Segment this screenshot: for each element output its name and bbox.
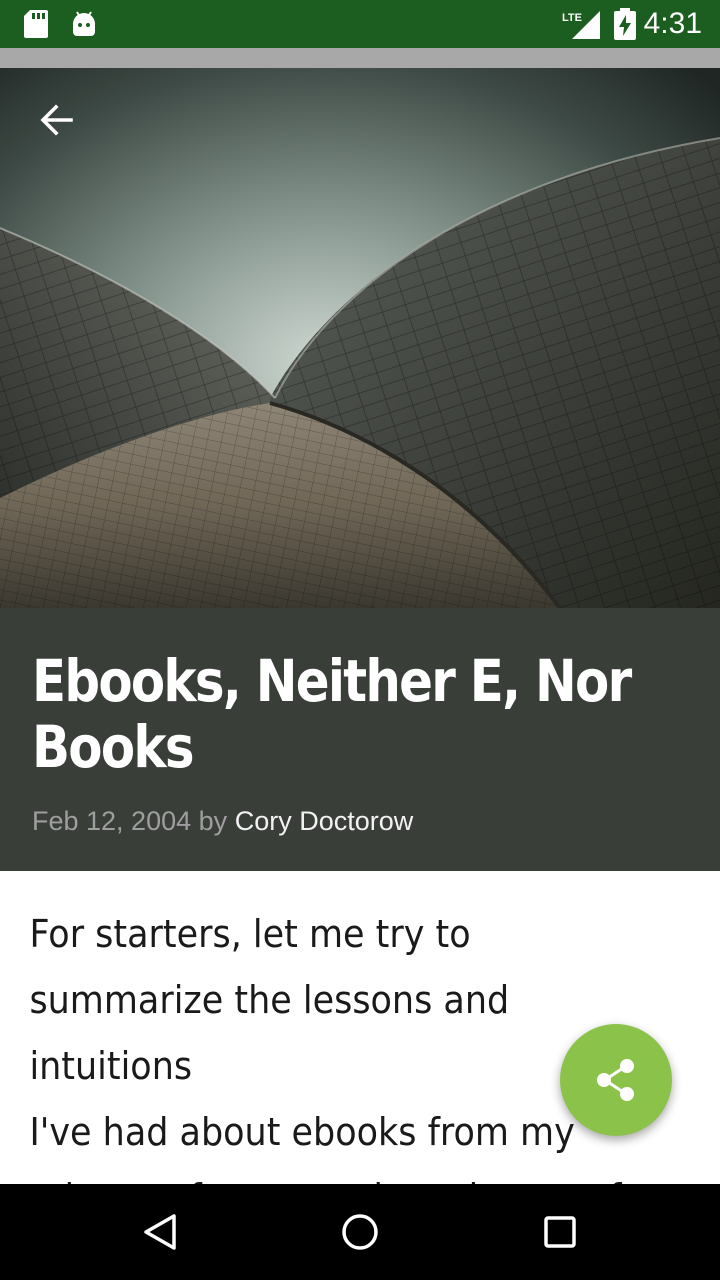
battery-charging-icon (614, 8, 636, 40)
status-clock: 4:31 (643, 7, 702, 40)
lte-signal-icon: LTE (562, 11, 600, 39)
nav-back-icon[interactable] (136, 1208, 184, 1256)
navigation-bar (0, 1184, 720, 1280)
share-icon (597, 1059, 634, 1101)
article-header: Ebooks, Neither E, Nor Books Feb 12, 200… (0, 608, 720, 871)
article-byline: Feb 12, 2004 by Cory Doctorow (32, 804, 413, 838)
toolbar-strip (0, 48, 720, 68)
article-date: Feb 12, 2004 (32, 806, 192, 836)
back-button[interactable] (20, 84, 92, 156)
article-author[interactable]: Cory Doctorow (235, 806, 414, 836)
byline-by: by (198, 806, 228, 836)
share-button[interactable] (560, 1024, 672, 1136)
sd-card-icon (24, 10, 48, 38)
hero-image (0, 68, 720, 608)
svg-text:LTE: LTE (562, 12, 582, 24)
android-icon (73, 11, 95, 36)
article-title: Ebooks, Neither E, Nor Books (32, 647, 632, 781)
nav-home-icon[interactable] (336, 1208, 384, 1256)
nav-recents-icon[interactable] (536, 1208, 584, 1256)
arrow-back-icon (40, 104, 73, 136)
status-bar: LTE 4:31 (0, 0, 720, 48)
